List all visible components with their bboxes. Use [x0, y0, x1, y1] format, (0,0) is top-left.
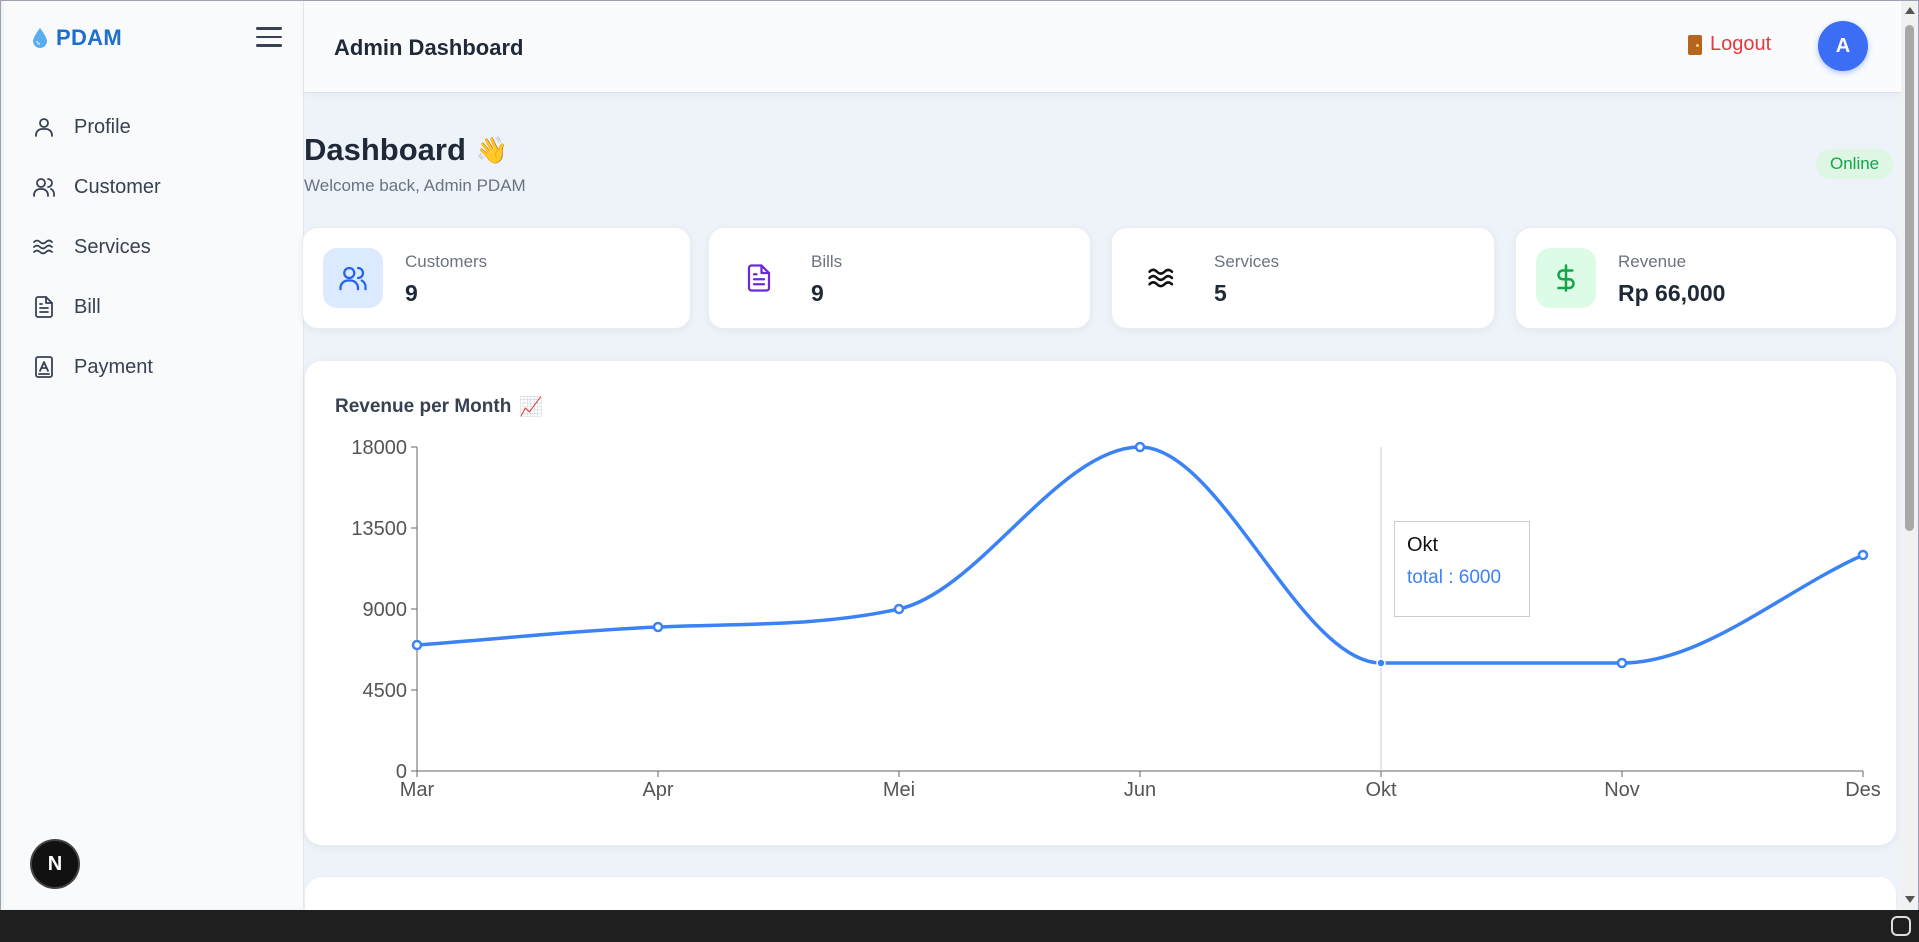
topbar: Admin Dashboard Logout A — [304, 1, 1901, 93]
series-line — [416, 445, 1864, 665]
scroll-thumb[interactable] — [1905, 25, 1914, 531]
door-icon — [1688, 34, 1702, 55]
sidebar-item-services[interactable]: Services — [32, 217, 161, 277]
users-icon — [33, 178, 55, 197]
taskbar — [0, 910, 1919, 942]
x-tick-label: Jun — [1124, 779, 1156, 801]
sidebar-item-payment[interactable]: Payment — [32, 337, 161, 397]
welcome-text: Welcome back, Admin PDAM — [304, 176, 526, 195]
stat-label: Revenue — [1618, 252, 1687, 271]
stat-value: 5 — [1214, 280, 1227, 306]
stat-label: Bills — [811, 252, 843, 271]
file-text-icon — [35, 296, 53, 318]
logout-button[interactable]: Logout — [1688, 33, 1771, 56]
page-title: Dashboard 👋 — [304, 132, 508, 168]
copilot-icon[interactable] — [1891, 916, 1911, 936]
y-tick-label: 13500 — [351, 518, 407, 540]
stat-card-bills: Bills 9 — [708, 227, 1091, 329]
brand-name: PDAM — [56, 25, 122, 50]
data-point — [411, 639, 423, 651]
stat-value: 9 — [811, 280, 824, 306]
data-point — [1616, 657, 1628, 669]
page-title-text: Dashboard — [304, 132, 466, 167]
water-drop-icon — [33, 28, 47, 48]
sidebar-item-label: Services — [74, 235, 151, 258]
sidebar-item-label: Bill — [74, 295, 101, 318]
data-point — [1134, 441, 1146, 453]
sidebar-item-label: Profile — [74, 115, 131, 138]
y-tick-label: 9000 — [363, 599, 408, 621]
y-tick-label: 18000 — [351, 437, 407, 459]
sidebar-item-customer[interactable]: Customer — [32, 157, 161, 217]
sidebar-nav: Profile Customer Services Bill Payment — [32, 97, 161, 397]
data-point-active — [1376, 658, 1386, 668]
sidebar-item-label: Payment — [74, 355, 153, 378]
dev-tools-badge[interactable]: N — [32, 841, 78, 887]
file-text-icon — [729, 248, 789, 308]
data-point — [893, 603, 905, 615]
menu-toggle-icon[interactable] — [256, 27, 282, 49]
brand[interactable]: PDAM — [32, 25, 122, 51]
topbar-title: Admin Dashboard — [334, 35, 524, 60]
stat-card-customers: Customers 9 — [302, 227, 691, 329]
waving-hand-icon: 👋 — [475, 134, 509, 165]
x-tick-label: Apr — [642, 779, 673, 801]
sidebar: PDAM Profile Customer Services Bill Paym… — [4, 1, 304, 909]
tooltip-value: total : 6000 — [1407, 567, 1502, 588]
stat-label: Services — [1214, 252, 1280, 271]
scroll-up-arrow-icon[interactable] — [1905, 7, 1915, 14]
chart-tooltip: Okt total : 6000 — [1394, 521, 1530, 617]
users-icon — [323, 248, 383, 308]
sidebar-item-label: Customer — [74, 175, 161, 198]
stat-card-revenue: Revenue Rp 66,000 — [1515, 227, 1897, 329]
sidebar-item-bill[interactable]: Bill — [32, 277, 161, 337]
y-tick-label: 4500 — [363, 680, 408, 702]
stat-value: 9 — [405, 280, 418, 306]
waves-icon — [1132, 248, 1192, 308]
revenue-chart-card: Revenue per Month 📈 0 4500 9000 13500 18000 M… — [304, 360, 1897, 846]
x-tick-label: Okt — [1365, 779, 1397, 801]
x-tick-label: Mei — [883, 779, 915, 801]
stat-value: Rp 66,000 — [1618, 280, 1726, 306]
logout-label: Logout — [1710, 33, 1772, 55]
x-tick-label: Des — [1845, 779, 1881, 801]
scroll-down-arrow-icon[interactable] — [1905, 896, 1915, 903]
sidebar-item-profile[interactable]: Profile — [32, 97, 161, 157]
data-point — [1857, 549, 1869, 561]
stat-card-services: Services 5 — [1111, 227, 1495, 329]
tooltip-label: Okt — [1407, 534, 1439, 556]
data-point — [652, 621, 664, 633]
x-tick-label: Mar — [400, 779, 435, 801]
x-tick-label: Nov — [1604, 779, 1640, 801]
user-icon — [35, 118, 53, 137]
receipt-icon — [35, 356, 53, 378]
stat-label: Customers — [405, 252, 488, 271]
revenue-line-chart[interactable]: 0450090001350018000Mar Apr Mei Jun Okt Nov Des — [305, 361, 1898, 847]
status-badge: Online — [1816, 149, 1894, 179]
avatar[interactable]: A — [1818, 21, 1868, 71]
dollar-icon — [1536, 248, 1596, 308]
waves-icon — [33, 239, 53, 255]
page-scrollbar[interactable] — [1901, 1, 1918, 909]
